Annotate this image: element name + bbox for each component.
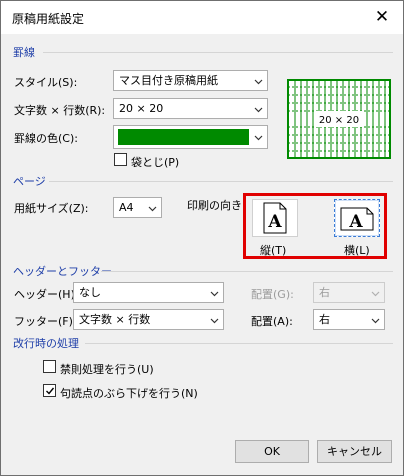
footer-value: 文字数 × 行数 <box>79 313 151 326</box>
header-select[interactable]: なし <box>73 282 224 303</box>
count-value: 20 × 20 <box>119 102 164 115</box>
dialog-title: 原稿用紙設定 <box>12 12 85 26</box>
header-label: ヘッダー(H): <box>14 288 79 301</box>
style-select[interactable]: マス目付き原稿用紙 <box>113 70 268 91</box>
style-label: スタイル(S): <box>14 76 78 89</box>
header-value: なし <box>79 286 101 299</box>
landscape-option[interactable]: A <box>334 199 380 237</box>
footer-position-label: 配置(A): <box>251 315 293 328</box>
header-position-label: 配置(G): <box>251 288 294 301</box>
chevron-down-icon <box>254 79 263 85</box>
header-position-select[interactable]: 右 <box>313 282 385 303</box>
portrait-option[interactable]: A <box>252 199 298 237</box>
page-setup-dialog: 原稿用紙設定 ✕ 罫線 スタイル(S): マス目付き原稿用紙 文字数 × 行数(… <box>0 0 404 476</box>
checkmark-icon <box>46 387 55 395</box>
kinsoku-label: 禁則処理を行う(U) <box>60 363 154 376</box>
line-color-select[interactable] <box>113 125 268 149</box>
paper-size-select[interactable]: A4 <box>113 197 162 218</box>
style-value: マス目付き原稿用紙 <box>119 74 218 87</box>
bound-label: 袋とじ(P) <box>131 156 180 169</box>
chevron-down-icon <box>254 135 263 141</box>
page-section-label: ページ <box>13 175 46 188</box>
paper-size-value: A4 <box>119 201 134 214</box>
close-icon: ✕ <box>374 7 390 27</box>
portrait-page-icon: A <box>263 202 287 234</box>
chevron-down-icon <box>148 206 157 212</box>
ruled-section-divider <box>43 52 393 53</box>
count-label: 文字数 × 行数(R): <box>14 104 106 117</box>
chevron-down-icon <box>371 318 380 324</box>
ruled-paper-preview: 20 × 20 <box>287 79 391 159</box>
line-break-section-label: 改行時の処理 <box>13 337 79 350</box>
punctuation-hang-checkbox[interactable] <box>43 384 56 397</box>
page-section-divider <box>49 181 393 182</box>
close-button[interactable]: ✕ <box>365 3 399 31</box>
kinsoku-checkbox[interactable] <box>43 360 56 373</box>
header-footer-section-divider <box>101 271 393 272</box>
chevron-down-icon <box>371 291 380 297</box>
svg-text:A: A <box>348 212 363 232</box>
header-footer-section-label: ヘッダーとフッター <box>13 265 112 278</box>
footer-position-select[interactable]: 右 <box>313 309 385 330</box>
chevron-down-icon <box>254 107 263 113</box>
footer-position-value: 右 <box>319 313 330 326</box>
landscape-label: 横(L) <box>344 244 370 257</box>
chevron-down-icon <box>210 291 219 297</box>
portrait-label: 縦(T) <box>260 244 287 257</box>
header-position-value: 右 <box>319 286 330 299</box>
count-select[interactable]: 20 × 20 <box>113 98 268 119</box>
footer-label: フッター(F): <box>14 315 77 328</box>
line-break-section-divider <box>85 343 393 344</box>
orientation-label: 印刷の向き: <box>187 199 246 212</box>
paper-size-label: 用紙サイズ(Z): <box>14 202 89 215</box>
cancel-button[interactable]: キャンセル <box>317 440 392 463</box>
footer-select[interactable]: 文字数 × 行数 <box>73 309 224 330</box>
line-color-swatch <box>118 129 249 145</box>
bound-checkbox[interactable] <box>114 153 127 166</box>
chevron-down-icon <box>210 318 219 324</box>
preview-size-text: 20 × 20 <box>319 115 359 126</box>
title-bar: 原稿用紙設定 ✕ <box>1 1 403 34</box>
line-color-label: 罫線の色(C): <box>14 132 78 145</box>
landscape-page-icon: A <box>340 207 374 232</box>
ruled-section-label: 罫線 <box>13 46 35 59</box>
ok-button[interactable]: OK <box>235 440 309 463</box>
punctuation-hang-label: 句読点のぶら下げを行う(N) <box>60 387 198 400</box>
svg-text:A: A <box>267 212 282 232</box>
